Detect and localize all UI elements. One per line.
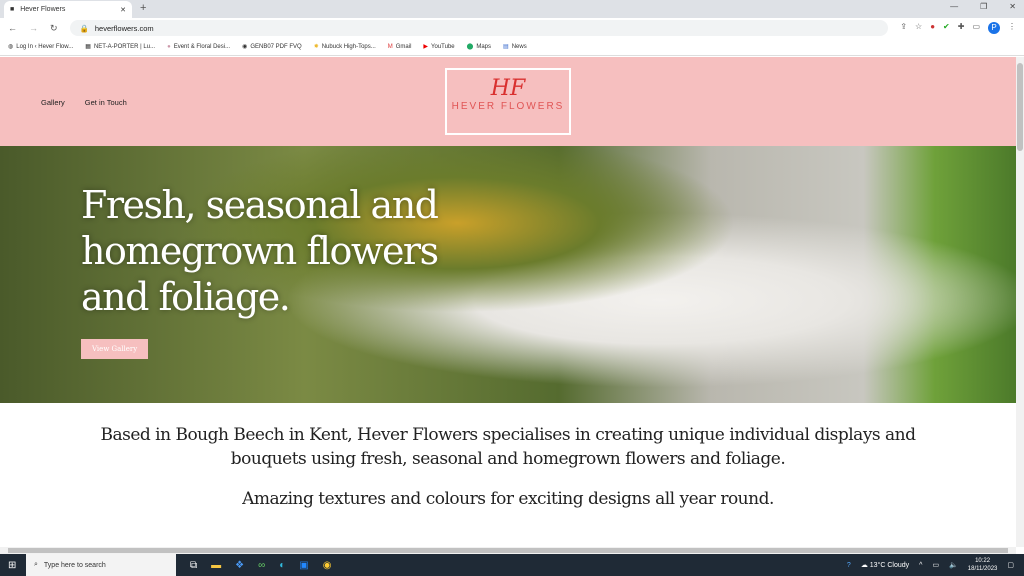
extension-check-icon[interactable]: ✔: [943, 22, 950, 34]
network-icon[interactable]: ▭: [932, 561, 939, 569]
close-tab-icon[interactable]: ✕: [120, 6, 126, 14]
hero-title: Fresh, seasonal and homegrown flowers an…: [81, 183, 439, 319]
favicon-icon: ■: [10, 6, 15, 13]
outlook-icon[interactable]: ▣: [299, 560, 308, 571]
chrome-icon[interactable]: ◉: [323, 560, 332, 571]
tab-hever-flowers[interactable]: ■ Hever Flowers ✕: [4, 1, 132, 18]
forward-button[interactable]: →: [29, 23, 38, 33]
new-tab-button[interactable]: +: [140, 2, 146, 14]
help-icon[interactable]: ?: [847, 562, 851, 569]
hero-banner: Fresh, seasonal and homegrown flowers an…: [0, 146, 1016, 403]
app-icon[interactable]: ∞: [258, 560, 265, 571]
task-view-icon[interactable]: ⧉: [190, 560, 197, 571]
vertical-scrollbar[interactable]: [1016, 57, 1024, 547]
reload-button[interactable]: ↻: [50, 23, 58, 34]
taskbar-search[interactable]: ⌕ Type here to search: [26, 554, 176, 576]
taskbar: ⊞ ⌕ Type here to search ⧉ ▬ ❖ ∞ ◐ ▣ ◉ ? ☁ 13°C …: [0, 554, 1024, 576]
lock-icon: 🔒: [79, 23, 89, 33]
tagline: Amazing textures and colours for excitin…: [242, 489, 774, 509]
view-gallery-button[interactable]: View Gallery: [81, 339, 149, 359]
sidebar-icon[interactable]: ▭: [972, 22, 980, 34]
cloud-icon: ☁: [860, 562, 870, 569]
intro-text: Based in Bough Beech in Kent, Hever Flow…: [100, 425, 916, 469]
bookmark-gmail[interactable]: M Gmail: [388, 44, 412, 50]
volume-icon[interactable]: 🔈: [949, 561, 958, 569]
dropbox-icon[interactable]: ❖: [235, 560, 244, 571]
tray-chevron-icon[interactable]: ^: [919, 562, 922, 569]
bookmarks-bar: ◍ Log In ‹ Hever Flow... ▦ NET-A-PORTER | …: [0, 38, 1024, 56]
nav-get-in-touch[interactable]: Get in Touch: [85, 98, 127, 107]
share-icon[interactable]: ⇪: [900, 22, 907, 34]
intro-section: Based in Bough Beech in Kent, Hever Flow…: [0, 423, 1016, 511]
maximize-button[interactable]: ❐: [980, 2, 987, 11]
file-explorer-icon[interactable]: ▬: [211, 560, 221, 571]
profile-avatar[interactable]: P: [988, 22, 1000, 34]
site-header: Gallery Get in Touch HF HEVER FLOWERS: [0, 57, 1016, 146]
address-bar-row: ← → ↻ 🔒 heverflowers.com ⇪ ☆ ● ✔ ✚ ▭ P ⋮: [0, 18, 1024, 38]
edge-icon[interactable]: ◐: [279, 560, 285, 571]
back-button[interactable]: ←: [8, 23, 17, 33]
nav-gallery[interactable]: Gallery: [41, 98, 65, 107]
bookmark[interactable]: ▦ NET-A-PORTER | Lu...: [85, 43, 155, 50]
bookmark-star-icon[interactable]: ☆: [915, 22, 922, 34]
horizontal-scrollbar[interactable]: [0, 547, 1016, 554]
bookmark[interactable]: ● Event & Floral Desi...: [167, 44, 230, 50]
site-logo[interactable]: HF HEVER FLOWERS: [445, 68, 571, 135]
extension-icon[interactable]: ●: [930, 22, 935, 34]
url-input[interactable]: 🔒 heverflowers.com: [69, 20, 889, 36]
notifications-icon[interactable]: ▢: [1007, 561, 1014, 569]
bookmark[interactable]: ◉ GENB07 PDF FVQ: [242, 43, 302, 50]
clock[interactable]: 10:22 18/11/2023: [968, 557, 998, 573]
bookmark-maps[interactable]: ⬤ Maps: [467, 43, 491, 50]
extensions-puzzle-icon[interactable]: ✚: [958, 22, 965, 34]
minimize-button[interactable]: —: [950, 2, 958, 11]
bookmark-news[interactable]: ▤ News: [503, 43, 527, 50]
bookmark[interactable]: ✸ Nubuck High-Tops...: [314, 43, 376, 50]
tab-bar: ■ Hever Flowers ✕ + — ❐ ✕: [0, 0, 1024, 18]
bookmark[interactable]: ◍ Log In ‹ Hever Flow...: [8, 43, 73, 50]
bookmark-youtube[interactable]: ▶ YouTube: [423, 43, 454, 50]
close-window-button[interactable]: ✕: [1009, 2, 1016, 11]
search-icon: ⌕: [34, 561, 38, 568]
start-button[interactable]: ⊞: [8, 560, 16, 571]
menu-icon[interactable]: ⋮: [1008, 22, 1016, 34]
weather-widget[interactable]: ☁ 13°C Cloudy: [861, 561, 909, 569]
